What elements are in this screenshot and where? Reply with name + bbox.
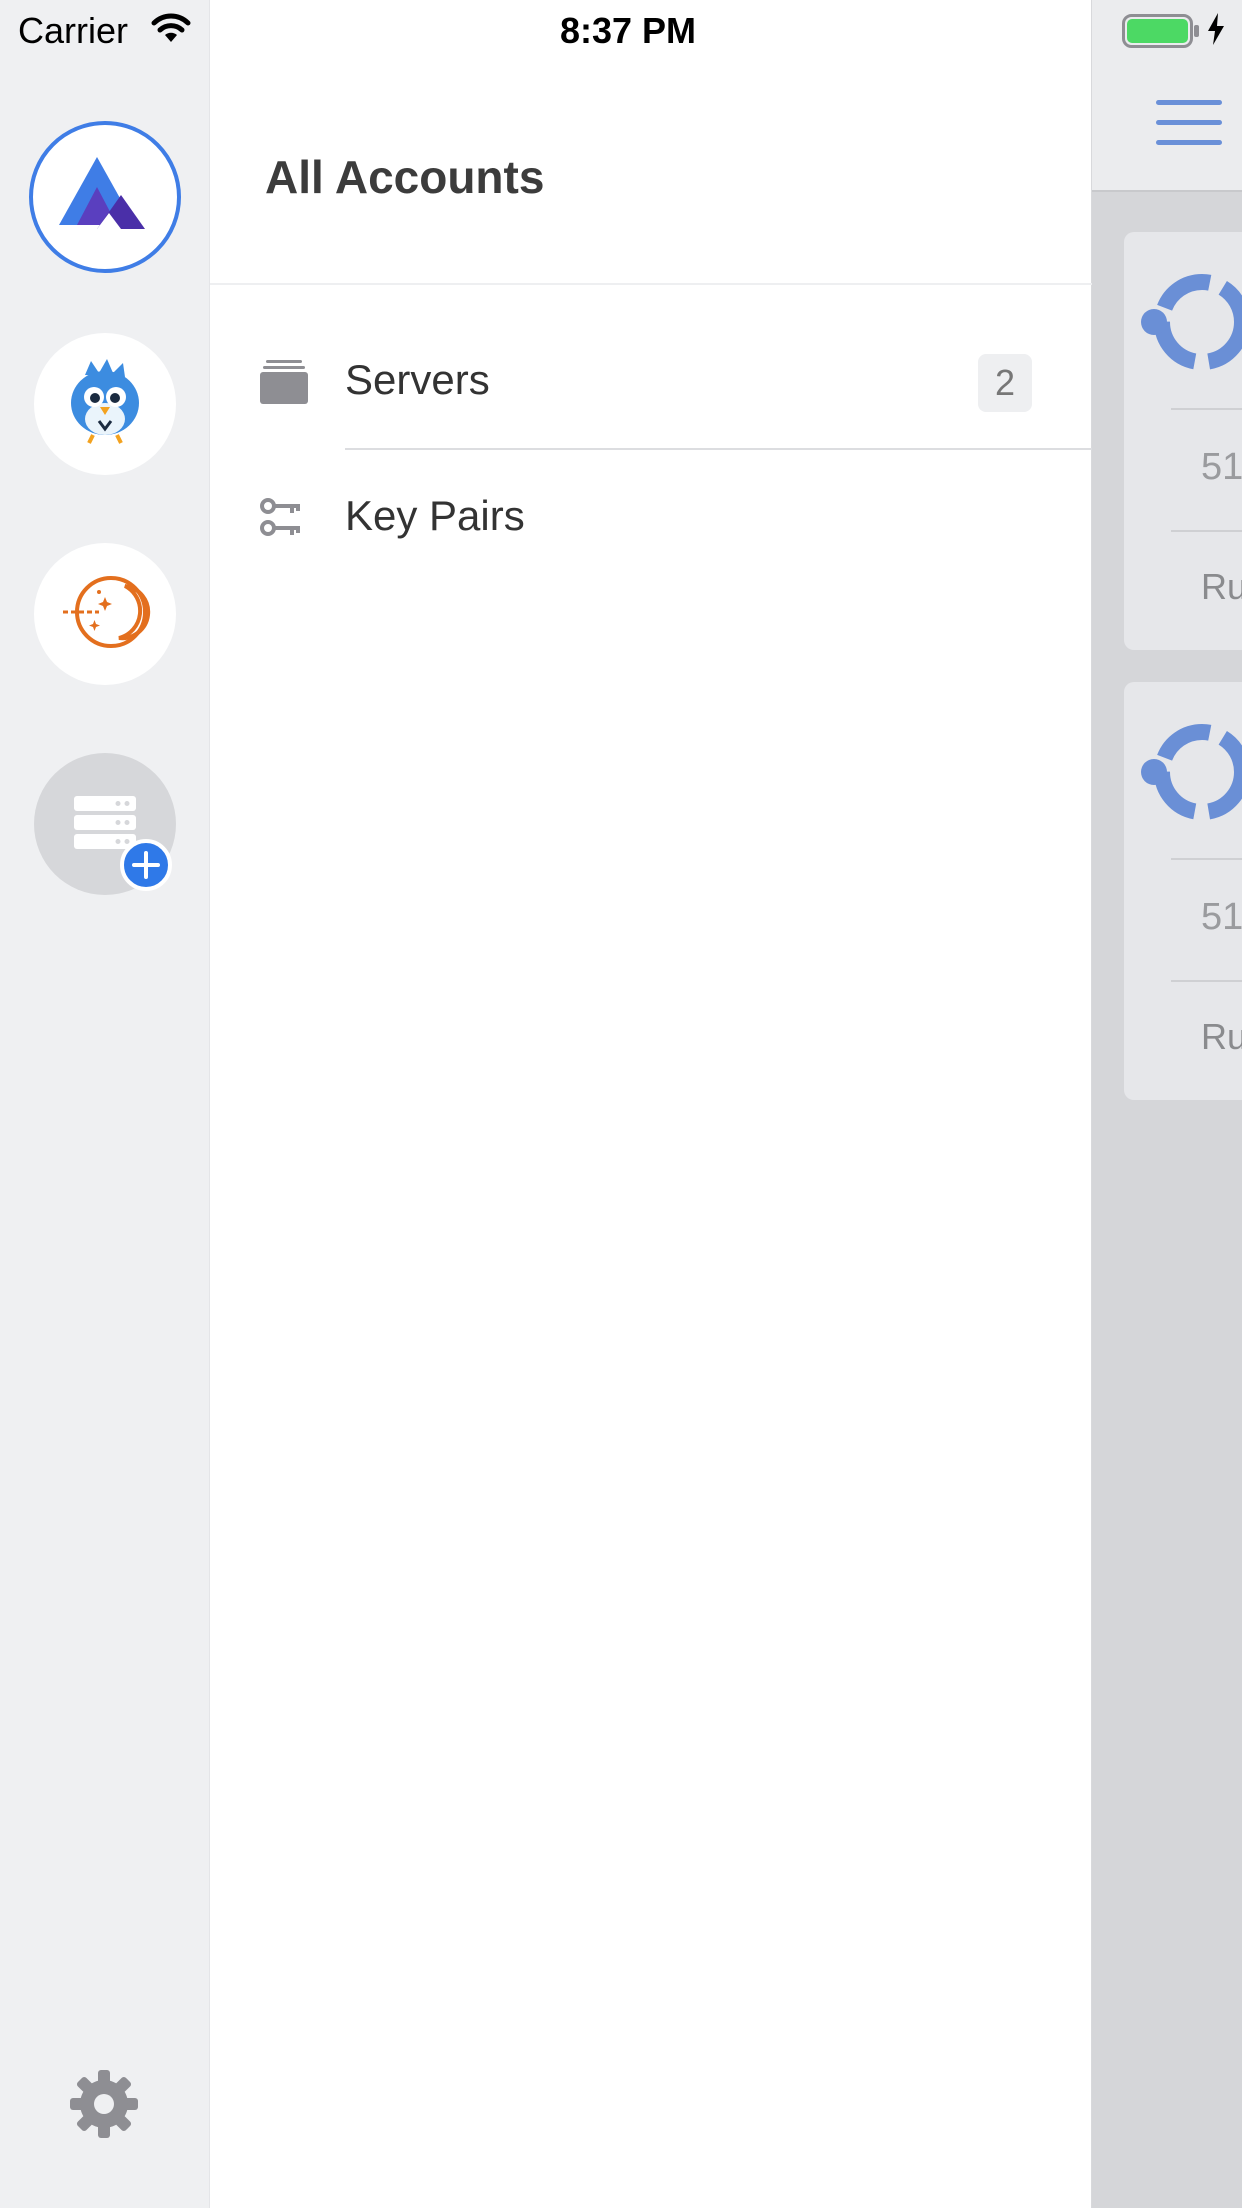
divider: [1171, 858, 1242, 860]
server-memory: 512: [1201, 896, 1242, 938]
account-avatar-mountain[interactable]: [29, 121, 181, 273]
menu-item-servers[interactable]: Servers 2: [210, 314, 1092, 450]
add-account-button[interactable]: [34, 753, 176, 895]
accounts-rail: [0, 0, 210, 2208]
ubuntu-logo-icon: [1138, 718, 1242, 833]
orange-moon-logo-icon: [59, 572, 151, 657]
account-avatar-moon[interactable]: [34, 543, 176, 685]
keys-icon: [260, 496, 304, 545]
count-badge: 2: [978, 354, 1032, 412]
mountain-logo-icon: [59, 156, 151, 238]
server-status: Running: [1201, 566, 1242, 607]
divider: [210, 283, 1092, 285]
server-stack-icon: [260, 360, 308, 409]
menu-item-label: Key Pairs: [345, 492, 525, 539]
menu-item-key-pairs[interactable]: Key Pairs: [210, 450, 1092, 586]
battery-icon: [1122, 14, 1200, 53]
plus-icon: [120, 839, 172, 891]
account-avatar-bird[interactable]: [34, 333, 176, 475]
bird-mascot-icon: [63, 357, 147, 452]
gear-icon[interactable]: [68, 2068, 140, 2145]
server-status: Running: [1201, 1016, 1242, 1057]
server-card[interactable]: 512 Running: [1124, 682, 1242, 1100]
menu-item-label: Servers: [345, 356, 490, 403]
drawer-title: All Accounts: [265, 151, 545, 203]
divider: [1171, 980, 1242, 982]
hamburger-icon[interactable]: [1156, 100, 1222, 151]
server-card[interactable]: 512 Running: [1124, 232, 1242, 650]
divider: [1171, 530, 1242, 532]
status-bar: Carrier 8:37 PM: [0, 0, 1242, 62]
navigation-drawer: All Accounts Servers 2 Key Pairs: [210, 0, 1092, 2208]
ubuntu-logo-icon: [1138, 268, 1242, 383]
charging-icon: [1206, 12, 1226, 51]
divider: [1171, 408, 1242, 410]
server-memory: 512: [1201, 446, 1242, 488]
main-content: 512 Running 512 Running: [1092, 0, 1242, 2208]
clock: 8:37 PM: [559, 10, 697, 51]
